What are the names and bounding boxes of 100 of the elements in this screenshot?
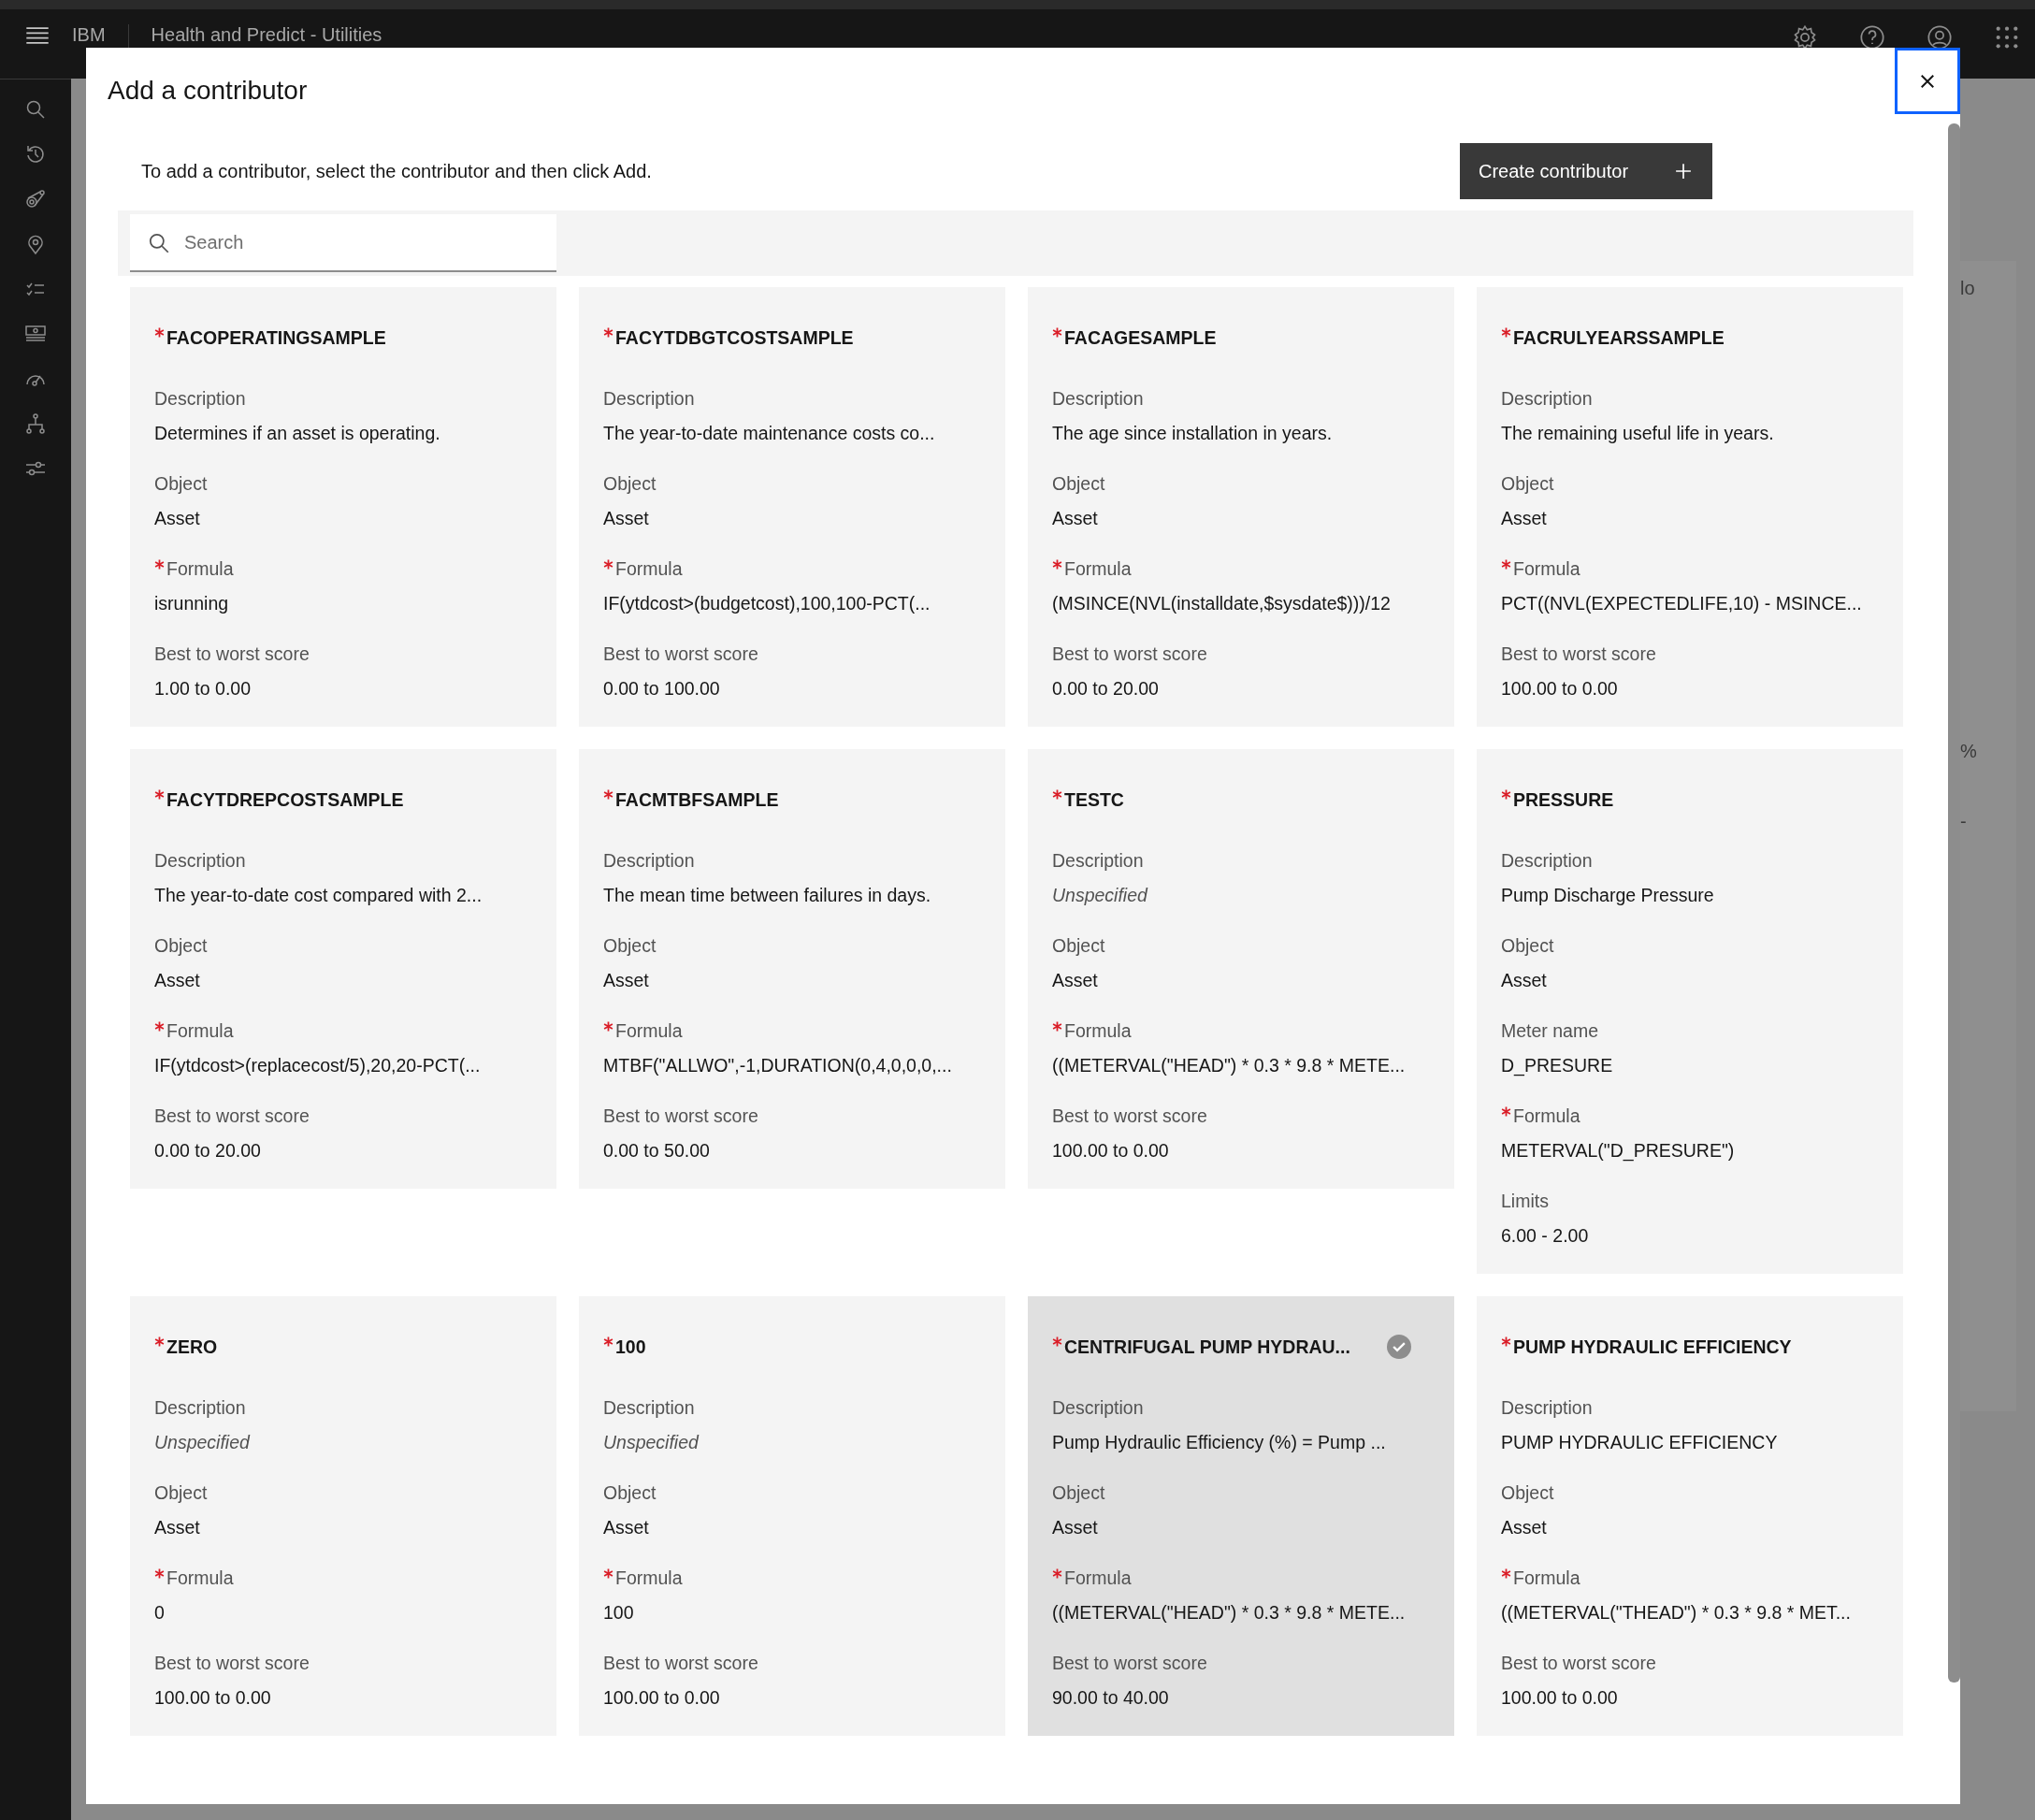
card-title: FACMTBFSAMPLE (615, 788, 779, 811)
settings-icon[interactable] (1792, 24, 1818, 51)
scroll-bar[interactable] (1948, 123, 1960, 1683)
field-value: Asset (603, 1516, 650, 1539)
close-button[interactable] (1895, 48, 1960, 114)
field-label: Description (1501, 849, 1593, 873)
field-value: Asset (154, 507, 201, 530)
card-title: FACRULYEARSSAMPLE (1513, 326, 1725, 349)
field-label: Best to worst score (154, 643, 310, 666)
field-value: 0.00 to 20.00 (1052, 677, 1160, 701)
field-label: Best to worst score (1052, 1105, 1207, 1128)
field-label: Best to worst score (1501, 1652, 1656, 1675)
background-text: lo (1960, 278, 1975, 299)
field-label: Object (1501, 934, 1554, 958)
help-icon[interactable] (1859, 24, 1885, 51)
field-value: 6.00 - 2.00 (1501, 1224, 1590, 1248)
contributor-card[interactable]: 100 Description Unspecified Object Asset Formula 100 Best to worst score 100.00 to 0.00 (579, 1296, 1005, 1736)
contributor-card[interactable]: FACYTDBGTCOSTSAMPLE Description The year-to-date maintenance costs co... Object Asset Formula IF(ytdcost>(budgetcost),100,100-PCT(... Best to worst score 0.00 to 100.00 (579, 287, 1005, 727)
field-value: Asset (1501, 969, 1548, 992)
field-label: Description (154, 849, 246, 873)
field-label: Object (1052, 1481, 1105, 1505)
field-value: IF(ytdcost>(replacecost/5),20,20-PCT(... (154, 1054, 482, 1077)
search-field[interactable]: Search (130, 214, 556, 272)
field-label: Limits (1501, 1190, 1549, 1213)
field-label: Description (154, 387, 246, 411)
field-value: 0.00 to 20.00 (154, 1139, 262, 1163)
field-label: Best to worst score (1052, 1652, 1207, 1675)
field-value: Determines if an asset is operating. (154, 422, 441, 445)
create-contributor-button[interactable]: Create contributor (1460, 143, 1712, 199)
field-label: Best to worst score (1052, 643, 1207, 666)
field-label: Best to worst score (154, 1105, 310, 1128)
field-value: Asset (603, 969, 650, 992)
field-label: Description (603, 849, 695, 873)
field-value: Asset (603, 507, 650, 530)
field-label: Object (1501, 472, 1554, 496)
field-label: Formula (615, 1019, 683, 1043)
field-value: The mean time between failures in days. (603, 884, 932, 907)
field-label: Description (1501, 387, 1593, 411)
field-label: Formula (615, 557, 683, 581)
field-value: Asset (1501, 1516, 1548, 1539)
card-title: FACYTDREPCOSTSAMPLE (166, 788, 404, 811)
card-title: FACYTDBGTCOSTSAMPLE (615, 326, 854, 349)
field-label: Formula (166, 1567, 234, 1590)
field-value: PCT((NVL(EXPECTEDLIFE,10) - MSINCE... (1501, 592, 1863, 615)
history-icon[interactable] (24, 143, 47, 166)
field-label: Description (1501, 1396, 1593, 1420)
contributor-card[interactable]: TESTC Description Unspecified Object Asset Formula ((METERVAL("HEAD") * 0.3 * 9.8 * METE... Best to worst score 100.00 to 0.00 (1028, 749, 1454, 1189)
card-title: PRESSURE (1513, 788, 1614, 811)
field-label: Description (1052, 1396, 1144, 1420)
contributor-card[interactable]: FACMTBFSAMPLE Description The mean time between failures in days. Object Asset Formula MTBF("ALLWO",-1,DURATION(0,4,0,0,0,... Best to worst score 0.00 to 50.00 (579, 749, 1005, 1189)
field-label: Object (603, 934, 657, 958)
plus-icon (1675, 163, 1692, 180)
menu-icon[interactable] (25, 25, 50, 46)
field-label: Best to worst score (603, 643, 758, 666)
field-value: ((METERVAL("THEAD") * 0.3 * 9.8 * MET... (1501, 1601, 1852, 1625)
field-label: Formula (1064, 557, 1132, 581)
field-value: 1.00 to 0.00 (154, 677, 252, 701)
contributor-card[interactable]: FACAGESAMPLE Description The age since installation in years. Object Asset Formula (MSINCE(NVL(installdate,$sysdate$)))/12 Best to worst score 0.00 to 20.00 (1028, 287, 1454, 727)
field-label: Object (154, 472, 208, 496)
field-value: Asset (154, 969, 201, 992)
field-label: Object (1501, 1481, 1554, 1505)
field-value: IF(ytdcost>(budgetcost),100,100-PCT(... (603, 592, 931, 615)
field-value: 100.00 to 0.00 (154, 1686, 272, 1710)
contributor-card[interactable]: PUMP HYDRAULIC EFFICIENCY Description PUMP HYDRAULIC EFFICIENCY Object Asset Formula ((METERVAL("THEAD") * 0.3 * 9.8 * MET... Best to worst score 100.00 to 0.00 (1477, 1296, 1903, 1736)
field-value: 100.00 to 0.00 (603, 1686, 721, 1710)
field-label: Best to worst score (1501, 643, 1656, 666)
field-label: Best to worst score (603, 1105, 758, 1128)
belt-icon[interactable] (24, 188, 47, 210)
hierarchy-icon[interactable] (24, 412, 47, 435)
field-value: 100.00 to 0.00 (1501, 1686, 1619, 1710)
card-title: FACAGESAMPLE (1064, 326, 1217, 349)
contributor-card[interactable]: FACRULYEARSSAMPLE Description The remaining useful life in years. Object Asset Formula PCT((NVL(EXPECTEDLIFE,10) - MSINCE... Best to worst score 100.00 to 0.00 (1477, 287, 1903, 727)
field-value: PUMP HYDRAULIC EFFICIENCY (1501, 1431, 1779, 1454)
card-title: FACOPERATINGSAMPLE (166, 326, 386, 349)
user-icon[interactable] (1927, 24, 1953, 51)
contributor-card[interactable]: PRESSURE Description Pump Discharge Pressure Object Asset Meter name D_PRESURE Formula METERVAL("D_PRESURE") Limits 6.00 - 2.00 (1477, 749, 1903, 1274)
field-label: Formula (1064, 1019, 1132, 1043)
field-value: MTBF("ALLWO",-1,DURATION(0,4,0,0,0,... (603, 1054, 953, 1077)
field-value: 0.00 to 50.00 (603, 1139, 711, 1163)
contributor-card[interactable]: ZERO Description Unspecified Object Asset Formula 0 Best to worst score 100.00 to 0.00 (130, 1296, 556, 1736)
search-icon[interactable] (24, 98, 47, 121)
field-value: Unspecified (1052, 884, 1149, 907)
field-value: Unspecified (154, 1431, 252, 1454)
field-value: ((METERVAL("HEAD") * 0.3 * 9.8 * METE... (1052, 1054, 1407, 1077)
field-label: Formula (1513, 557, 1580, 581)
dialog-title: Add a contributor (108, 76, 308, 105)
contributor-card[interactable]: CENTRIFUGAL PUMP HYDRAU... Description Pump Hydraulic Efficiency (%) = Pump ... Object Asset Formula ((METERVAL("HEAD") * 0.3 * 9.8 * METE... Best to worst score 90.00 to 40.00 (1028, 1296, 1454, 1736)
field-label: Formula (1064, 1567, 1132, 1590)
field-value: isrunning (154, 592, 230, 615)
field-label: Description (1052, 849, 1144, 873)
field-value: 100.00 to 0.00 (1501, 677, 1619, 701)
field-label: Object (1052, 934, 1105, 958)
field-label: Description (1052, 387, 1144, 411)
card-title: TESTC (1064, 788, 1124, 811)
app-switcher-icon[interactable] (1994, 24, 2020, 51)
field-value: Asset (1501, 507, 1548, 530)
field-label: Object (1052, 472, 1105, 496)
contributor-card[interactable]: FACYTDREPCOSTSAMPLE Description The year-to-date cost compared with 2... Object Asset Formula IF(ytdcost>(replacecost/5),20,20-PCT(... Best to worst score 0.00 to 20.00 (130, 749, 556, 1189)
contributor-card[interactable]: FACOPERATINGSAMPLE Description Determines if an asset is operating. Object Asset Formula isrunning Best to worst score 1.00 to 0.00 (130, 287, 556, 727)
field-label: Description (154, 1396, 246, 1420)
